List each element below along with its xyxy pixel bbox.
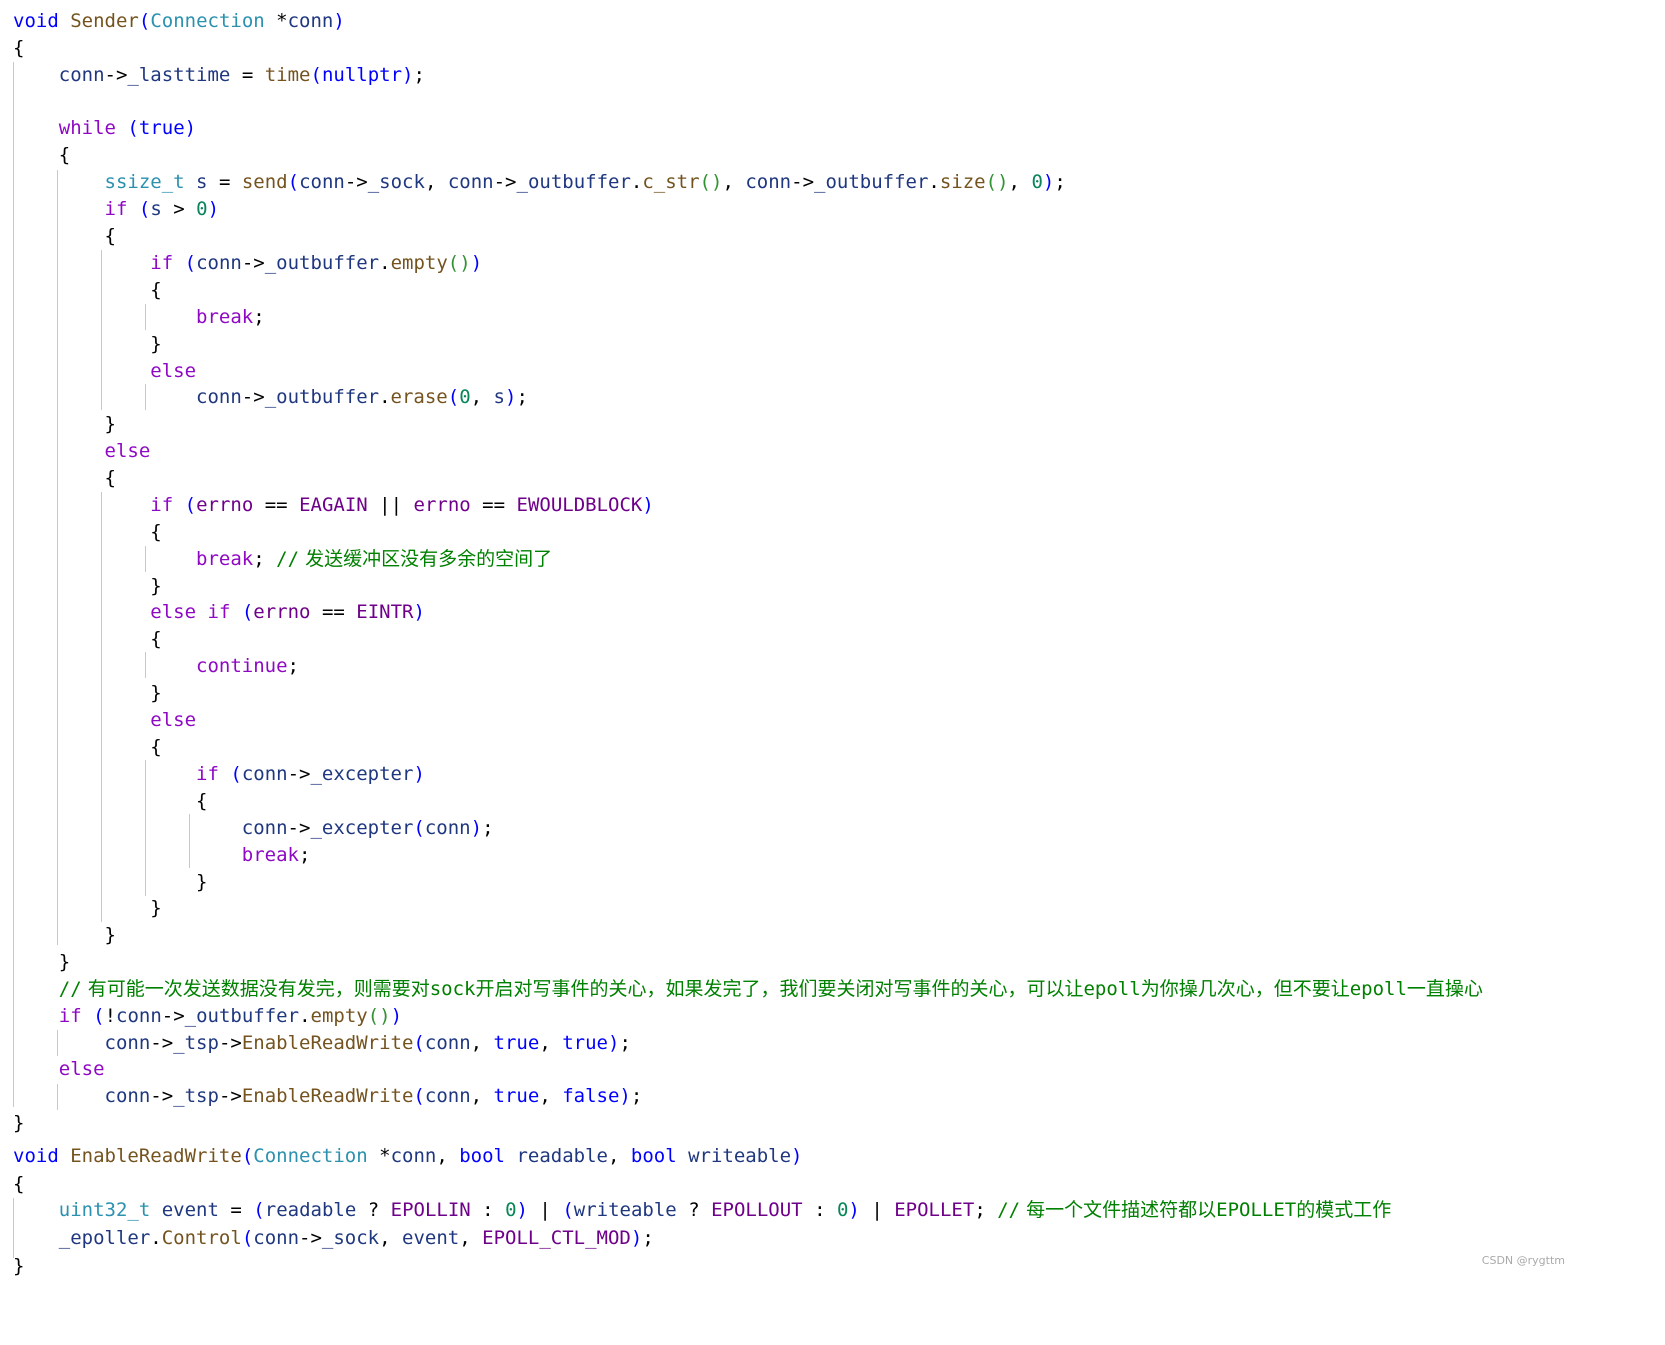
code-line: _epoller.Control(conn->_sock, event, EPO…: [58, 1227, 654, 1249]
code-line: {: [150, 628, 162, 650]
code-line: {: [150, 521, 162, 543]
code-line: else: [150, 360, 197, 382]
code-line: }: [150, 897, 162, 919]
code-line: if (conn->_excepter): [196, 763, 425, 785]
code-line: {: [13, 1173, 25, 1195]
code-line: break;: [196, 306, 265, 328]
code-line: {: [196, 790, 208, 812]
code-line: else: [150, 709, 197, 731]
code-line: }: [196, 871, 208, 893]
code-line: if (!conn->_outbuffer.empty()): [58, 1005, 403, 1027]
code-line: conn->_excepter(conn);: [241, 817, 494, 839]
code-line: {: [58, 144, 71, 166]
code-line: conn->_outbuffer.erase(0, s);: [196, 386, 528, 408]
code-line: }: [104, 924, 116, 946]
code-line: while (true): [58, 117, 197, 139]
code-line: if (s > 0): [104, 198, 220, 220]
code-line: }: [13, 1255, 25, 1277]
watermark: CSDN @rygttm: [1481, 1254, 1565, 1267]
code-line: // 有可能一次发送数据没有发完，则需要对sock开启对写事件的关心，如果发完了…: [58, 978, 1483, 1000]
code-line: continue;: [196, 655, 299, 677]
code-line: void EnableReadWrite(Connection *conn, b…: [13, 1145, 803, 1167]
code-line: if (errno == EAGAIN || errno == EWOULDBL…: [150, 494, 654, 516]
code-line: }: [150, 575, 162, 597]
code-line: else: [58, 1058, 105, 1080]
code-line: void Sender(Connection *conn): [13, 10, 345, 32]
code-line: else: [104, 440, 151, 462]
code-line: {: [150, 279, 162, 301]
code-line: }: [58, 951, 71, 973]
code-line: if (conn->_outbuffer.empty()): [150, 252, 483, 274]
code-line: }: [104, 413, 116, 435]
code-line: break;: [241, 844, 311, 866]
code-line: conn->_tsp->EnableReadWrite(conn, true, …: [104, 1032, 631, 1054]
code-line: else if (errno == EINTR): [150, 601, 425, 623]
code-line: conn->_lasttime = time(nullptr);: [58, 64, 425, 86]
code-line: {: [104, 467, 116, 489]
code-line: }: [13, 1112, 25, 1134]
code-editor[interactable]: void Sender(Connection *conn) { conn->_la…: [0, 0, 1665, 1345]
code-line: conn->_tsp->EnableReadWrite(conn, true, …: [104, 1085, 643, 1107]
code-line: {: [13, 37, 25, 59]
code-line: uint32_t event = (readable ? EPOLLIN : 0…: [58, 1199, 1392, 1221]
code-line: {: [104, 225, 116, 247]
code-line: {: [150, 736, 162, 758]
code-line: }: [150, 333, 162, 355]
code-line: }: [150, 682, 162, 704]
code-line: ssize_t s = send(conn->_sock, conn->_out…: [104, 171, 1066, 193]
code-line: break; // 发送缓冲区没有多余的空间了: [196, 548, 553, 570]
